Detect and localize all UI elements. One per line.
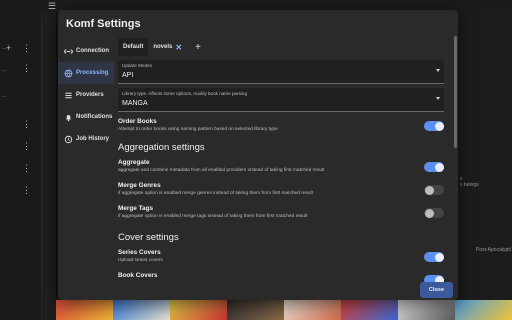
aggregate-toggle[interactable] [424, 162, 444, 172]
nav-label: Connection [76, 48, 109, 54]
nav-processing[interactable]: Processing [58, 62, 114, 84]
setting-series-covers: Series Covers Upload series covers [118, 249, 448, 263]
background-text: s beings [460, 182, 479, 188]
nav-label: Notifications [76, 114, 113, 120]
dialog-scrollbar[interactable] [454, 36, 457, 148]
toggle-knob [424, 208, 434, 218]
cover-heading: Cover settings [118, 232, 179, 243]
library-tabs: Default novels ✕ + [118, 38, 448, 56]
settings-dialog: Komf Settings Connection Processing Prov… [58, 10, 458, 300]
divider [2, 48, 6, 49]
merge-genres-toggle[interactable] [424, 185, 444, 195]
cover-thumbnail[interactable] [398, 300, 455, 320]
nav-providers[interactable]: Providers [58, 84, 114, 106]
order-books-toggle[interactable] [424, 121, 444, 131]
update-modes-select[interactable]: Update Modes API [118, 60, 444, 84]
series-covers-toggle[interactable] [424, 252, 444, 262]
setting-title: Merge Tags [118, 205, 154, 212]
nav-notifications[interactable]: Notifications [58, 106, 114, 128]
more-icon[interactable]: ⋮ [22, 64, 31, 73]
setting-description: if aggregate option is enabled merge tag… [118, 214, 308, 219]
cover-thumbnail[interactable] [455, 300, 512, 320]
setting-book-covers: Book Covers [118, 272, 448, 285]
tab-default[interactable]: Default [118, 38, 149, 56]
setting-description: Attempt to order books using naming patt… [118, 127, 278, 132]
field-label: Library type. Affects some options, main… [122, 91, 248, 96]
list-icon [64, 91, 73, 100]
setting-title: Series Covers [118, 249, 161, 256]
setting-title: Merge Genres [118, 182, 161, 189]
more-icon[interactable]: ⋮ [22, 120, 31, 129]
toggle-knob [434, 252, 444, 262]
nav-label: Job History [76, 136, 110, 142]
merge-tags-toggle[interactable] [424, 208, 444, 218]
cover-thumbnail[interactable] [284, 300, 341, 320]
more-icon[interactable]: ⋮ [22, 142, 31, 151]
tab-novels[interactable]: novels ✕ [148, 38, 187, 56]
cover-strip [56, 300, 512, 320]
app-detail-panel [458, 12, 512, 320]
cover-thumbnail[interactable] [227, 300, 284, 320]
tab-label: Default [123, 44, 144, 50]
more-icon[interactable]: ⋮ [22, 44, 31, 53]
nav-connection[interactable]: Connection [58, 40, 114, 62]
more-icon[interactable]: ⋮ [22, 164, 31, 173]
link-icon [64, 47, 73, 56]
aggregation-heading: Aggregation settings [118, 142, 205, 153]
menu-icon[interactable]: ☰ [48, 2, 56, 11]
setting-title: Order Books [118, 118, 157, 125]
setting-title: Aggregate [118, 159, 150, 166]
nav-label: Processing [76, 70, 109, 76]
nav-job-history[interactable]: Job History [58, 128, 114, 150]
add-icon[interactable]: + [6, 44, 11, 53]
cover-thumbnail[interactable] [113, 300, 170, 320]
cover-thumbnail[interactable] [170, 300, 227, 320]
toggle-knob [434, 162, 444, 172]
setting-order-books: Order Books Attempt to order books using… [118, 118, 448, 132]
field-value: API [122, 72, 134, 79]
setting-description: if aggregate option is enabled merge gen… [118, 191, 313, 196]
cover-thumbnail[interactable] [341, 300, 398, 320]
add-tab-button[interactable]: + [195, 42, 201, 53]
toggle-knob [424, 185, 434, 195]
divider [2, 96, 6, 97]
app-sidebar [0, 12, 42, 320]
nav-label: Providers [76, 92, 104, 98]
dialog-title: Komf Settings [66, 18, 141, 30]
settings-content: Default novels ✕ + Update Modes API Libr… [118, 38, 448, 288]
close-tab-icon[interactable]: ✕ [175, 43, 182, 52]
bell-icon [64, 113, 73, 122]
dropdown-arrow-icon [436, 97, 440, 100]
cover-thumbnail[interactable] [56, 300, 113, 320]
close-button[interactable]: Close [420, 282, 453, 298]
field-value: MANGA [122, 100, 148, 107]
background-tag: Post-Apocalypti [476, 247, 511, 253]
setting-aggregate: Aggregate aggregate and combine metadata… [118, 159, 448, 173]
more-icon[interactable]: ⋮ [22, 186, 31, 195]
setting-title: Book Covers [118, 272, 158, 279]
setting-description: aggregate and combine metadata from all … [118, 168, 325, 173]
field-label: Update Modes [122, 63, 152, 68]
setting-merge-tags: Merge Tags if aggregate option is enable… [118, 205, 448, 219]
history-icon [64, 135, 73, 144]
app-side-rail [42, 12, 56, 320]
tab-label: novels [153, 44, 173, 50]
setting-description: Upload series covers [118, 258, 163, 263]
dropdown-arrow-icon [436, 69, 440, 72]
settings-nav: Connection Processing Providers Notifica… [58, 40, 114, 150]
globe-icon [64, 69, 73, 78]
toggle-knob [434, 121, 444, 131]
setting-merge-genres: Merge Genres if aggregate option is enab… [118, 182, 448, 196]
library-type-select[interactable]: Library type. Affects some options, main… [118, 88, 444, 112]
divider [2, 70, 6, 71]
